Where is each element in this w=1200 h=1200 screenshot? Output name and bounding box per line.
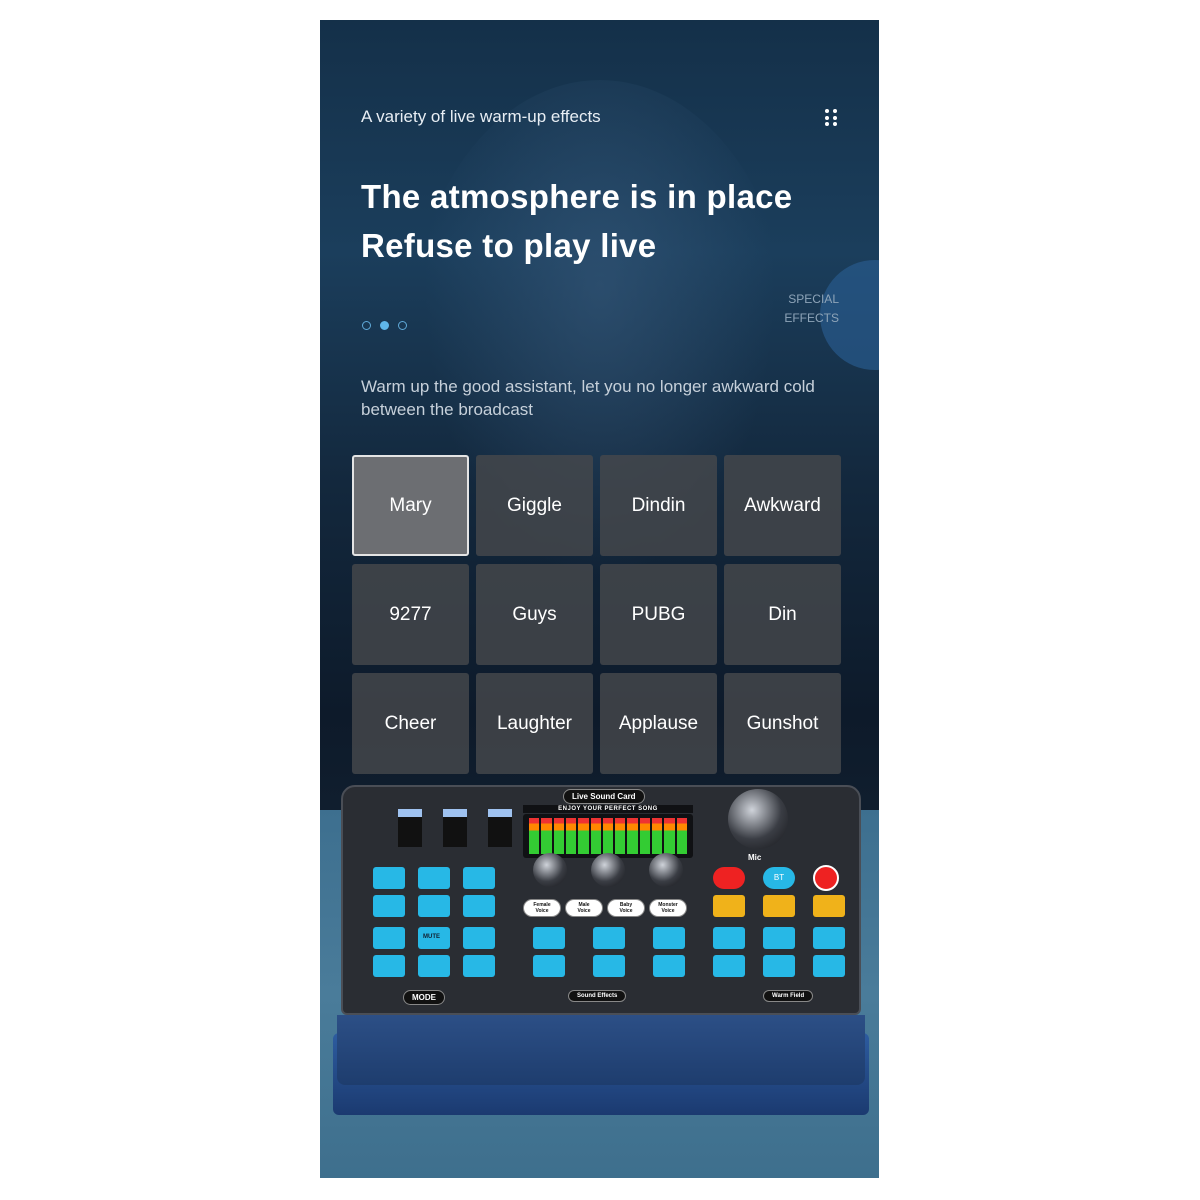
pad-button[interactable] [763, 955, 795, 977]
side-label: SPECIAL EFFECTS [784, 290, 839, 328]
effect-button[interactable]: Giggle [476, 455, 593, 556]
voice-button[interactable]: Male Voice [565, 899, 603, 917]
meter-bar [553, 818, 564, 854]
device-side [337, 1015, 865, 1085]
carousel-dots [362, 321, 407, 330]
meter-bar [652, 818, 663, 854]
carousel-dot[interactable] [398, 321, 407, 330]
sound-effects-label: Sound Effects [568, 990, 627, 1002]
pad-button[interactable] [533, 927, 565, 949]
pad-button[interactable] [653, 927, 685, 949]
pad-button[interactable] [373, 955, 405, 977]
meter-bar [615, 818, 626, 854]
pad-button[interactable] [593, 927, 625, 949]
warm-field-label: Warm Field [763, 990, 814, 1002]
pad-button[interactable] [418, 867, 450, 889]
headline: The atmosphere is in place Refuse to pla… [361, 172, 792, 270]
effect-button[interactable]: Dindin [600, 455, 717, 556]
meter-bar [664, 818, 675, 854]
side-label-line: SPECIAL [788, 292, 839, 306]
side-label-line: EFFECTS [784, 311, 839, 325]
reverb-fader[interactable] [398, 809, 422, 847]
meter-bar [639, 818, 651, 854]
mic-volume-knob[interactable] [728, 789, 788, 849]
effect-button[interactable]: 9277 [352, 564, 469, 665]
effects-grid: Mary Giggle Dindin Awkward 9277 Guys PUBG Din Ch… [352, 455, 841, 774]
grid-dots-icon[interactable] [825, 109, 837, 127]
treble-knob[interactable] [533, 853, 567, 887]
next-button[interactable] [813, 895, 845, 917]
sound-card-device: Live Sound Card ENJOY YOUR PERFECT SONG … [333, 785, 870, 1115]
mute-label: MUTE [423, 934, 440, 940]
power-button[interactable] [813, 865, 839, 891]
effect-button[interactable]: Cheer [352, 673, 469, 774]
meter-bar [602, 818, 614, 854]
pad-button[interactable] [373, 927, 405, 949]
voice-button[interactable]: Baby Voice [607, 899, 645, 917]
monitor-fader[interactable] [488, 809, 512, 847]
voice-button[interactable]: Female Voice [523, 899, 561, 917]
mic-label: Mic [748, 853, 762, 862]
pad-button[interactable] [713, 927, 745, 949]
pad-button[interactable] [373, 867, 405, 889]
pad-button[interactable] [418, 955, 450, 977]
voice-buttons: Female Voice Male Voice Baby Voice Monster … [523, 899, 687, 917]
mid-knob[interactable] [591, 853, 625, 887]
meter-bar [627, 818, 638, 854]
meter-label: ENJOY YOUR PERFECT SONG [523, 805, 693, 813]
pad-button[interactable] [463, 927, 495, 949]
pad-button[interactable] [463, 867, 495, 889]
pad-button[interactable] [463, 955, 495, 977]
meter-bar [541, 818, 552, 854]
pad-button[interactable] [813, 955, 845, 977]
bass-knob[interactable] [649, 853, 683, 887]
meter-bar [590, 818, 601, 854]
meter-bar [529, 818, 540, 854]
carousel-dot-active[interactable] [380, 321, 389, 330]
bt-button[interactable]: BT [763, 867, 795, 889]
meter-bar [578, 818, 589, 854]
pad-button[interactable] [593, 955, 625, 977]
pad-button[interactable] [763, 927, 795, 949]
description: Warm up the good assistant, let you no l… [361, 377, 815, 419]
mode-label: MODE [403, 990, 445, 1005]
pad-button[interactable] [373, 895, 405, 917]
pad-button[interactable] [533, 955, 565, 977]
pad-button[interactable] [813, 927, 845, 949]
meter-bar [565, 818, 577, 854]
meter-bar [676, 818, 687, 854]
effect-button[interactable]: Guys [476, 564, 593, 665]
background-track-fader[interactable] [443, 809, 467, 847]
effect-button[interactable]: Mary [352, 455, 469, 556]
device-name: Live Sound Card [563, 789, 645, 804]
product-banner: A variety of live warm-up effects The at… [320, 20, 879, 1178]
headline-line-1: The atmosphere is in place [361, 178, 793, 215]
pad-button[interactable] [463, 895, 495, 917]
pad-button[interactable] [653, 955, 685, 977]
voice-button[interactable]: Monster Voice [649, 899, 687, 917]
pad-button[interactable] [713, 955, 745, 977]
effect-button[interactable]: Applause [600, 673, 717, 774]
subtitle: A variety of live warm-up effects [361, 107, 601, 126]
level-meter [523, 814, 693, 858]
pad-button[interactable] [418, 895, 450, 917]
device-top: Live Sound Card ENJOY YOUR PERFECT SONG … [341, 785, 861, 1015]
headline-line-2: Refuse to play live [361, 227, 657, 264]
play-pause-button[interactable] [763, 895, 795, 917]
effect-button[interactable]: Awkward [724, 455, 841, 556]
record-button[interactable] [713, 867, 745, 889]
previous-button[interactable] [713, 895, 745, 917]
carousel-dot[interactable] [362, 321, 371, 330]
effect-button[interactable]: Gunshot [724, 673, 841, 774]
effect-button[interactable]: Laughter [476, 673, 593, 774]
effect-button[interactable]: Din [724, 564, 841, 665]
effect-button[interactable]: PUBG [600, 564, 717, 665]
